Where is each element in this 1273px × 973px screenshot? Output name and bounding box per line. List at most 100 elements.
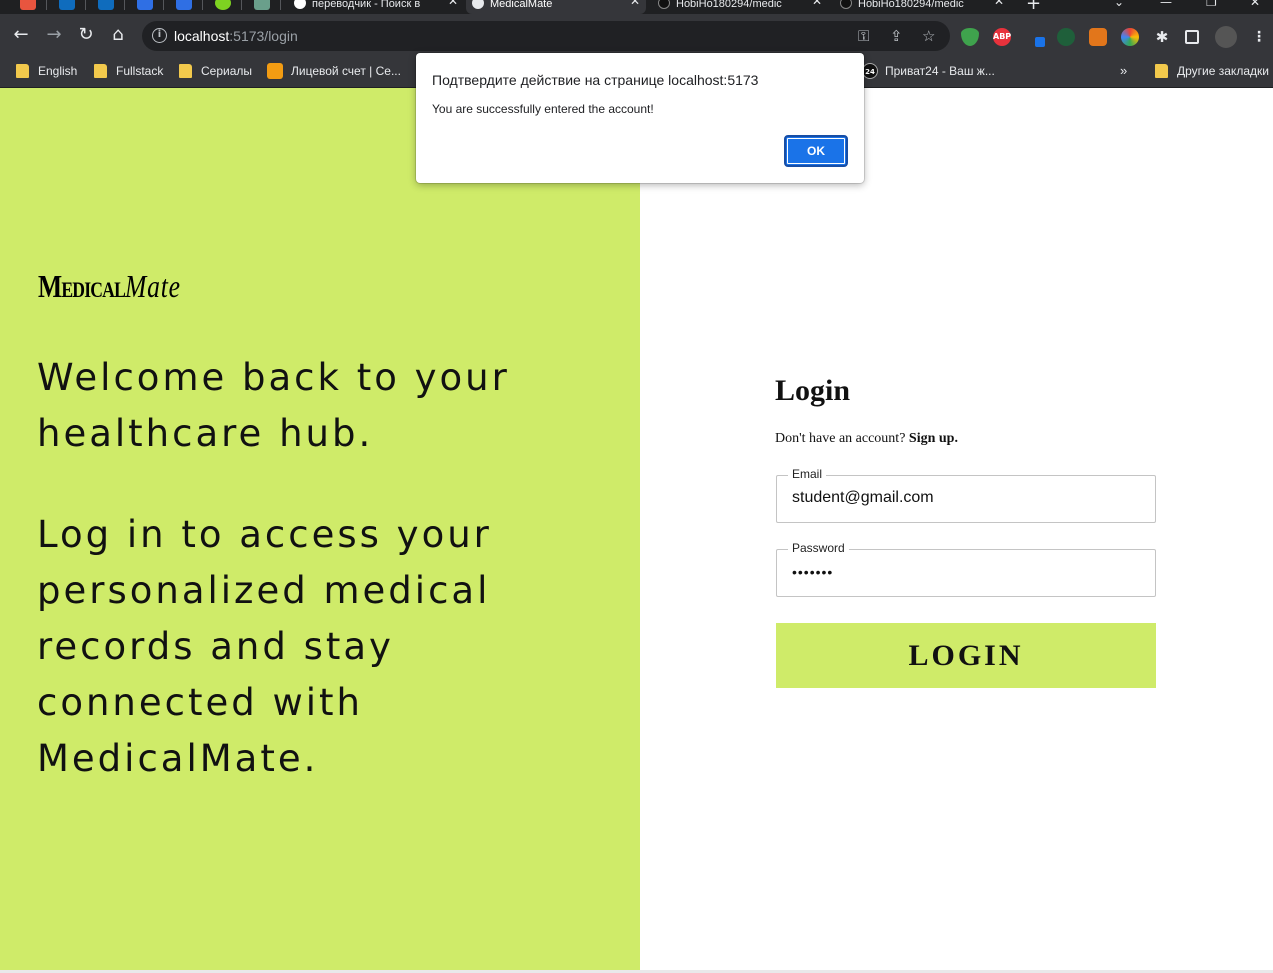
bookmark-label: Лицевой счет | Се... <box>291 64 401 78</box>
forward-icon[interactable]: → <box>43 24 65 46</box>
dialog-message: You are successfully entered the account… <box>432 102 654 116</box>
maximize-icon[interactable]: ❐ <box>1206 0 1217 9</box>
browser-toolbar: ← → ↻ ⌂ i localhost:5173/login ⚿ ⇪ ☆ ABP… <box>0 14 1273 56</box>
close-icon[interactable]: ✕ <box>448 0 458 7</box>
pinned-tab-icon[interactable] <box>20 0 36 10</box>
dialog-title: Подтвердите действие на странице localho… <box>432 72 759 88</box>
email-input[interactable]: student@gmail.com <box>792 489 934 507</box>
tab-title: переводчик - Поиск в <box>312 0 421 10</box>
extensions-puzzle-icon[interactable]: ✱ <box>1153 28 1171 46</box>
close-icon[interactable]: ✕ <box>630 0 640 7</box>
close-icon[interactable]: ✕ <box>812 0 822 7</box>
github-icon <box>658 0 670 9</box>
bookmark-label: Приват24 - Ваш ж... <box>885 64 995 78</box>
tab-github-1[interactable]: HobiHo180294/medic ✕ <box>652 0 828 14</box>
tab-medicalmate[interactable]: MedicalMate ✕ <box>466 0 646 14</box>
android-icon[interactable] <box>215 0 231 10</box>
shield-extension-icon[interactable] <box>961 28 979 46</box>
address-bar[interactable]: i localhost:5173/login ⚿ ⇪ ☆ <box>142 21 950 51</box>
folder-icon <box>1155 64 1168 78</box>
globe-icon <box>472 0 484 9</box>
tab-title: HobiHo180294/medic <box>858 0 964 10</box>
outlook-icon[interactable] <box>98 0 114 10</box>
bookmarks-overflow-icon[interactable]: » <box>1120 63 1127 81</box>
logo-medical-text: Medical <box>38 268 126 304</box>
menu-kebab-icon[interactable]: ⋮ <box>1250 28 1268 46</box>
tab-title: HobiHo180294/medic <box>676 0 782 10</box>
folder-icon <box>94 64 107 78</box>
key-icon[interactable]: ⚿ <box>858 27 869 45</box>
close-icon[interactable]: ✕ <box>994 0 1004 7</box>
share-icon[interactable]: ⇪ <box>890 27 903 45</box>
bookmark-serials[interactable]: Сериалы <box>179 63 252 81</box>
bookmark-fullstack[interactable]: Fullstack <box>94 63 163 81</box>
password-input[interactable]: ••••••• <box>792 564 833 580</box>
folder-icon <box>179 64 192 78</box>
bookmark-label: Fullstack <box>116 64 164 78</box>
password-label: Password <box>788 541 849 555</box>
moon-extension-icon[interactable] <box>1057 28 1075 46</box>
tab-strip: переводчик - Поиск в ✕ MedicalMate ✕ Hob… <box>0 0 1273 14</box>
reload-icon[interactable]: ↻ <box>75 24 97 46</box>
profile-avatar[interactable] <box>1215 26 1237 48</box>
tab-separator <box>280 0 281 10</box>
bookmark-label: Сериалы <box>201 64 253 78</box>
login-button[interactable]: LOGIN <box>776 623 1156 688</box>
back-icon[interactable]: ← <box>10 24 32 46</box>
tab-separator <box>46 0 47 10</box>
home-icon[interactable]: ⌂ <box>107 24 129 46</box>
teams-icon[interactable] <box>176 0 192 10</box>
google-icon <box>294 0 306 9</box>
hero-panel: MedicalMate Welcome back to your healthc… <box>0 88 640 970</box>
site-info-icon[interactable]: i <box>152 28 167 43</box>
bookmark-other[interactable]: Другие закладки <box>1155 63 1269 81</box>
minimize-icon[interactable]: — <box>1160 0 1172 9</box>
dropper-extension-icon[interactable] <box>1027 28 1045 47</box>
url-host: localhost <box>174 28 230 44</box>
new-tab-icon[interactable]: + <box>1026 0 1041 14</box>
bookmark-english[interactable]: English <box>16 63 77 81</box>
confirm-dialog: Подтвердите действие на странице localho… <box>416 53 864 183</box>
tab-search-icon[interactable]: ⌄ <box>1114 0 1124 9</box>
login-title: Login <box>775 374 851 407</box>
signup-prompt-text: Don't have an account? <box>775 431 906 446</box>
password-field[interactable]: Password ••••••• <box>776 541 1156 597</box>
star-icon[interactable]: ☆ <box>922 27 935 45</box>
logo-mate-text: Mate <box>125 268 181 304</box>
url-path: :5173/login <box>229 28 298 44</box>
page-content: MedicalMate Welcome back to your healthc… <box>0 88 1273 973</box>
chatgpt-icon[interactable] <box>254 0 270 10</box>
site-icon <box>267 63 283 79</box>
tab-separator <box>241 0 242 10</box>
teams-icon[interactable] <box>137 0 153 10</box>
email-label: Email <box>788 467 827 481</box>
github-icon <box>840 0 852 9</box>
tab-separator <box>85 0 86 10</box>
tab-separator <box>202 0 203 10</box>
dialog-ok-button[interactable]: OK <box>784 135 848 167</box>
medicalmate-logo[interactable]: MedicalMate <box>38 268 181 305</box>
url-text[interactable]: localhost:5173/login <box>174 28 298 44</box>
bookmark-privat24[interactable]: 24 Приват24 - Ваш ж... <box>862 63 995 81</box>
privat24-icon: 24 <box>862 63 878 79</box>
outlook-icon[interactable] <box>59 0 75 10</box>
welcome-text: Welcome back to your healthcare hub. <box>37 356 510 455</box>
bookmark-account[interactable]: Лицевой счет | Се... <box>267 63 401 81</box>
adblock-icon[interactable]: ABP <box>993 28 1011 46</box>
close-window-icon[interactable]: ✕ <box>1250 0 1260 9</box>
tab-separator <box>163 0 164 10</box>
bookmark-label: Другие закладки <box>1177 64 1269 78</box>
tab-translator[interactable]: переводчик - Поиск в ✕ <box>288 0 464 14</box>
color-extension-icon[interactable] <box>1121 28 1139 46</box>
signup-link[interactable]: Sign up. <box>909 431 958 446</box>
email-field[interactable]: Email student@gmail.com <box>776 467 1156 523</box>
side-panel-icon[interactable] <box>1185 30 1199 44</box>
login-description-text: Log in to access your personalized medic… <box>37 513 492 780</box>
bookmark-label: English <box>38 64 78 78</box>
tab-separator <box>124 0 125 10</box>
metamask-icon[interactable] <box>1089 28 1107 46</box>
login-panel: Login Don't have an account? Sign up. Em… <box>640 88 1273 970</box>
signup-prompt: Don't have an account? Sign up. <box>775 431 958 447</box>
tab-title: MedicalMate <box>490 0 553 10</box>
tab-github-2[interactable]: HobiHo180294/medic ✕ <box>834 0 1010 14</box>
